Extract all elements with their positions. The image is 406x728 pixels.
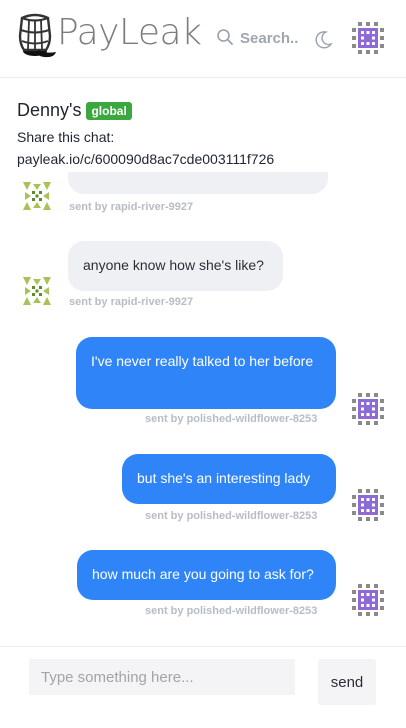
message-list[interactable]: sent by rapid-river-9927 anyone know how… (0, 172, 406, 642)
purple-identicon (352, 584, 384, 616)
send-button[interactable]: send (318, 659, 376, 705)
search-input[interactable] (240, 24, 306, 52)
message-bubble: anyone know how she's like? (68, 241, 283, 291)
message-input[interactable] (29, 659, 295, 695)
share-link[interactable]: payleak.io/c/600090d8ac7cde003111f726 (17, 151, 397, 167)
scope-badge: global (86, 101, 132, 120)
sender-label: sent by polished-wildflower-8253 (145, 510, 318, 522)
purple-identicon (352, 489, 384, 521)
barrel-logo-icon[interactable] (16, 10, 58, 62)
share-label: Share this chat: (17, 129, 115, 145)
message-bubble: how much are you going to ask for? (77, 550, 336, 600)
message-bubble: but she's an interesting lady (122, 454, 336, 504)
moon-icon[interactable] (313, 30, 333, 50)
user-avatar[interactable] (352, 22, 384, 54)
composer: send (0, 646, 406, 728)
green-identicon (21, 275, 53, 307)
top-bar: PayLeak (0, 0, 406, 78)
search-icon[interactable] (216, 28, 234, 46)
sender-label: sent by rapid-river-9927 (69, 296, 194, 308)
sender-label: sent by polished-wildflower-8253 (145, 605, 318, 617)
message-bubble (68, 172, 328, 194)
chat-title: Denny's (17, 100, 82, 120)
green-identicon (21, 180, 53, 212)
chat-info: Denny's global Share this chat: payleak.… (17, 100, 397, 167)
sender-label: sent by polished-wildflower-8253 (145, 413, 318, 425)
message-bubble: I've never really talked to her before (76, 337, 336, 409)
brand-name[interactable]: PayLeak (57, 12, 202, 53)
purple-identicon (352, 393, 384, 425)
sender-label: sent by rapid-river-9927 (69, 201, 194, 213)
